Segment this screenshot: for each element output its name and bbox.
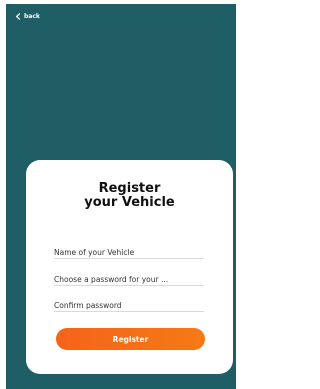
confirm-password-input[interactable] xyxy=(54,296,204,315)
back-label: back xyxy=(24,13,40,20)
password-field xyxy=(54,267,204,289)
title-line-1: Register xyxy=(98,181,161,196)
page-title: Register your Vehicle xyxy=(26,182,233,210)
back-button[interactable]: back xyxy=(15,13,40,20)
register-card: Register your Vehicle Register xyxy=(26,160,233,374)
title-line-2: your Vehicle xyxy=(84,195,175,210)
password-input[interactable] xyxy=(54,270,204,289)
confirm-password-field xyxy=(54,293,204,315)
app-screen: back Register your Vehicle Register xyxy=(6,4,236,389)
vehicle-name-field xyxy=(54,240,204,262)
vehicle-name-input[interactable] xyxy=(54,243,204,262)
register-button[interactable]: Register xyxy=(56,328,205,350)
chevron-left-icon xyxy=(16,13,21,20)
